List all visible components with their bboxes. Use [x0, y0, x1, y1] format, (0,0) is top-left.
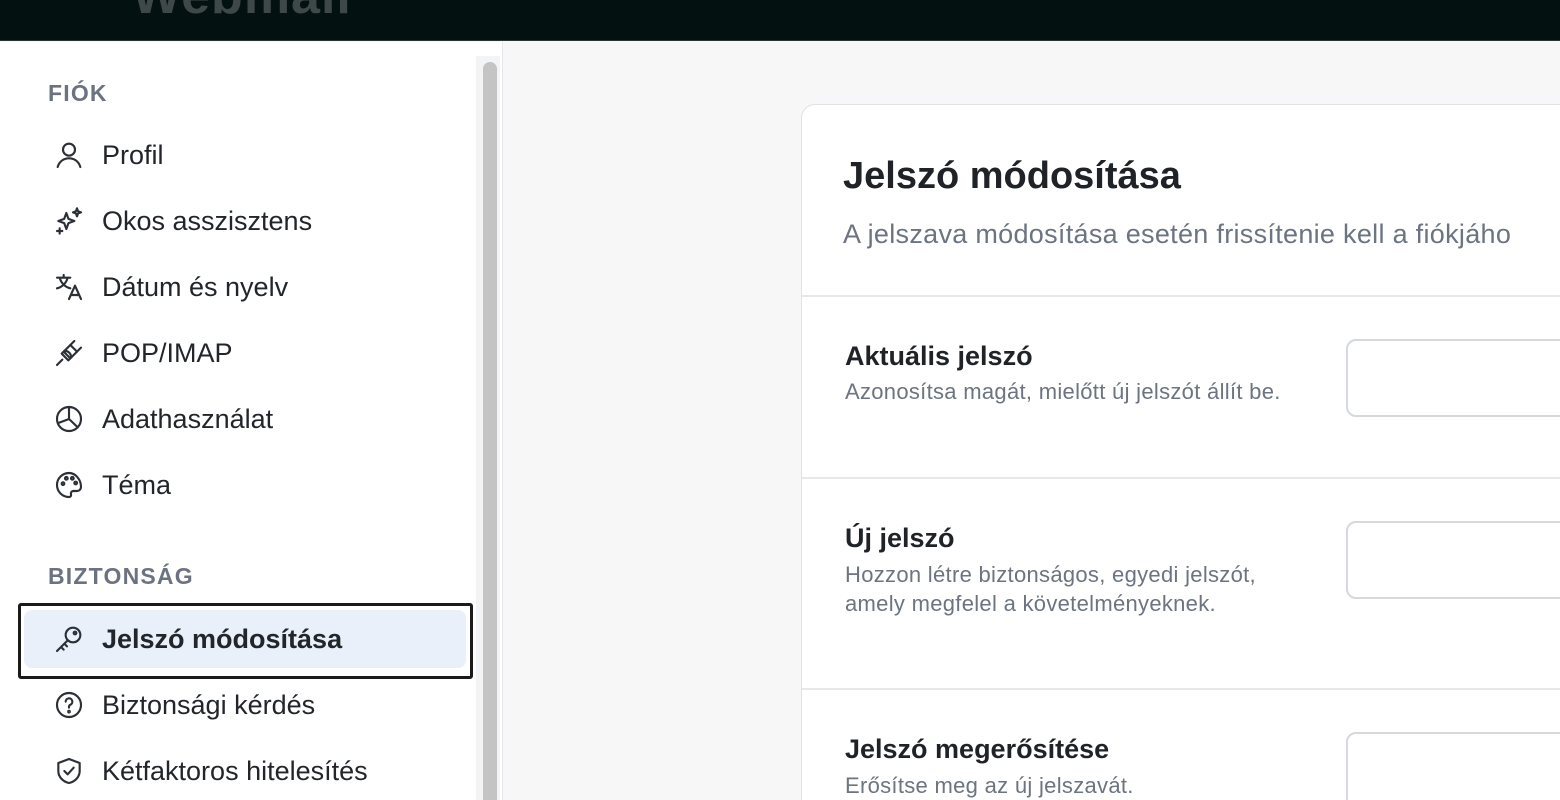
shield-check-icon [52, 754, 86, 788]
section-title-account: FIÓK [48, 80, 108, 106]
sparkles-icon [52, 204, 86, 238]
sidebar-item-label: Dátum és nyelv [102, 271, 289, 302]
sidebar-item-profile[interactable]: Profil [24, 126, 466, 184]
page-title: Jelszó módosítása [843, 155, 1181, 197]
settings-sidebar: FIÓK Profil Okos asszisztens Dátum és ny… [0, 42, 503, 800]
confirm-password-label: Jelszó megerősítése [845, 734, 1110, 764]
plug-icon [52, 336, 86, 370]
sidebar-item-label: Biztonsági kérdés [102, 689, 316, 720]
divider [802, 688, 1560, 690]
top-header-bar: Webmail [0, 0, 1560, 41]
sidebar-item-two-factor[interactable]: Kétfaktoros hitelesítés [24, 742, 466, 800]
pie-chart-icon [52, 402, 86, 436]
sidebar-item-pop-imap[interactable]: POP/IMAP [24, 324, 466, 382]
sidebar-item-security-question[interactable]: Biztonsági kérdés [24, 676, 466, 734]
sidebar-item-label: POP/IMAP [102, 337, 233, 368]
sidebar-item-label: Adathasználat [102, 403, 274, 434]
sidebar-item-smart-assistant[interactable]: Okos asszisztens [24, 192, 466, 250]
sidebar-item-date-language[interactable]: Dátum és nyelv [24, 258, 466, 316]
confirm-password-description: Erősítse meg az új jelszavát. [845, 773, 1134, 798]
new-password-description: Hozzon létre biztonságos, egyedi jelszót… [845, 562, 1256, 616]
translate-icon [52, 270, 86, 304]
user-icon [52, 138, 86, 172]
sidebar-item-label: Téma [102, 469, 172, 500]
current-password-label: Aktuális jelszó [845, 341, 1033, 371]
divider [802, 477, 1560, 479]
sidebar-item-change-password[interactable]: Jelszó módosítása [24, 610, 466, 668]
current-password-input[interactable] [1346, 339, 1560, 417]
page-subtitle: A jelszava módosítása esetén frissítenie… [843, 219, 1512, 249]
new-password-input[interactable] [1346, 521, 1560, 599]
sidebar-item-label: Jelszó módosítása [102, 623, 343, 654]
sidebar-item-label: Kétfaktoros hitelesítés [102, 755, 368, 786]
sidebar-scrollbar-thumb[interactable] [483, 62, 497, 800]
sidebar-item-data-usage[interactable]: Adathasználat [24, 390, 466, 448]
change-password-card: Jelszó módosítása A jelszava módosítása … [801, 104, 1560, 800]
question-circle-icon [52, 688, 86, 722]
confirm-password-input[interactable] [1346, 732, 1560, 800]
divider [802, 295, 1560, 297]
sidebar-item-theme[interactable]: Téma [24, 456, 466, 514]
section-title-security: BIZTONSÁG [48, 563, 194, 589]
sidebar-item-label: Okos asszisztens [102, 205, 313, 236]
new-password-label: Új jelszó [845, 523, 955, 553]
palette-icon [52, 468, 86, 502]
sidebar-item-label: Profil [102, 139, 164, 170]
key-icon [52, 622, 86, 656]
current-password-description: Azonosítsa magát, mielőtt új jelszót áll… [845, 379, 1281, 404]
main-content: Jelszó módosítása A jelszava módosítása … [504, 42, 1560, 800]
app-logo: Webmail [132, 0, 352, 26]
